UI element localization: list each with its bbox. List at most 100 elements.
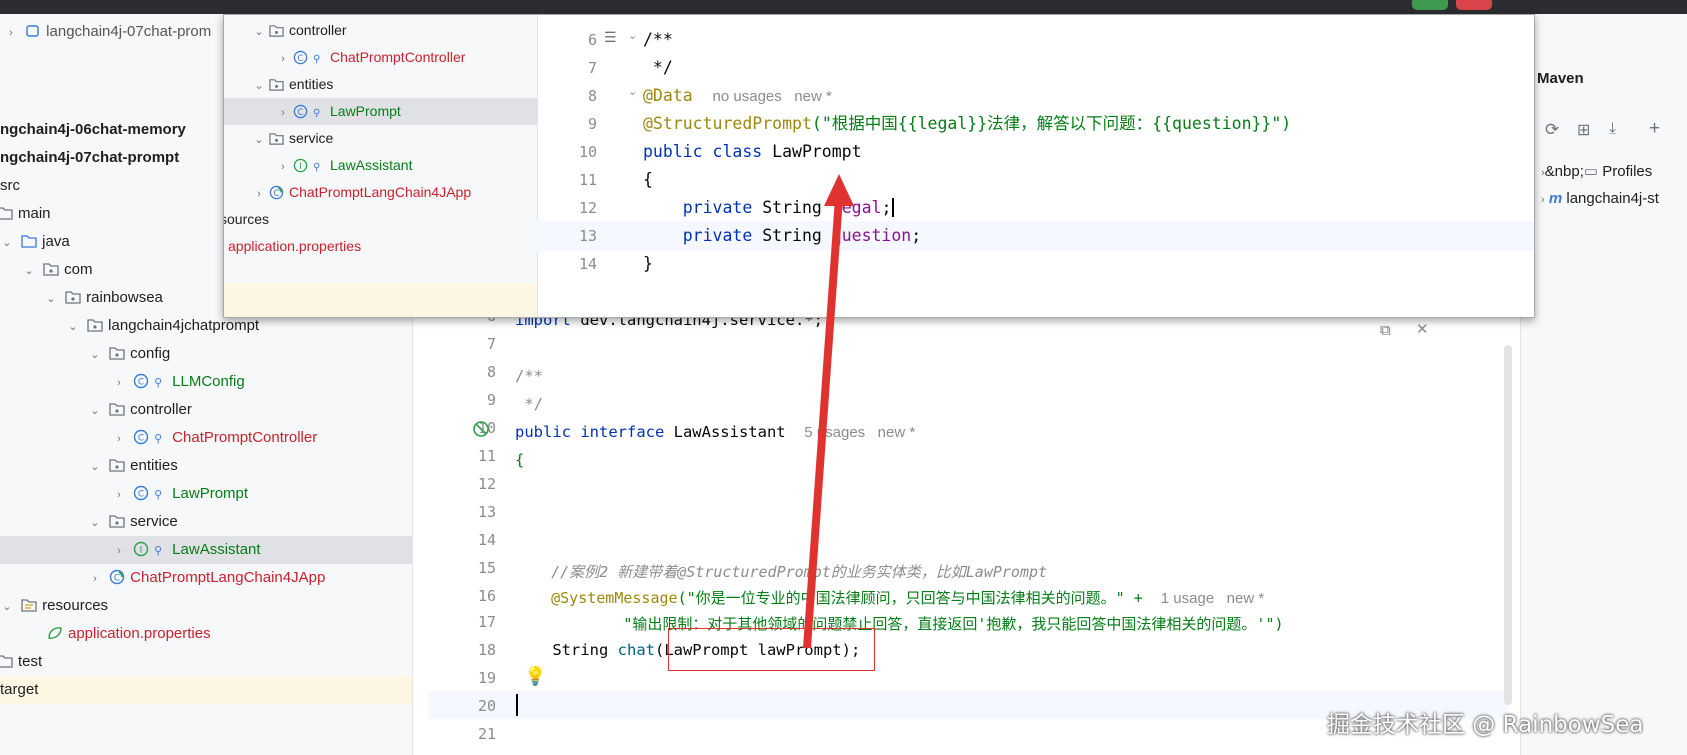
popup-tree-chatpromptcontroller[interactable]: › C ⚲ ChatPromptController bbox=[276, 44, 465, 71]
popup-tree-service[interactable]: ⌄ service bbox=[252, 125, 333, 152]
package-icon bbox=[108, 511, 126, 528]
chevron-down-icon[interactable]: ⌄ bbox=[88, 341, 102, 369]
chevron-down-icon[interactable]: ⌄ bbox=[44, 285, 58, 313]
chevron-down-icon[interactable]: ⌄ bbox=[88, 453, 102, 481]
chevron-right-icon[interactable]: › bbox=[112, 537, 126, 565]
tree-item-lawprompt[interactable]: › C ⚲ LawPrompt bbox=[112, 480, 248, 508]
code-line-10: public interface LawAssistant 5 usages n… bbox=[515, 423, 916, 441]
add-maven-project-icon[interactable]: ⊞ bbox=[1577, 120, 1590, 140]
popup-code-line-7: */ bbox=[643, 58, 673, 77]
chevron-right-icon[interactable]: › bbox=[112, 425, 126, 453]
svg-text:I: I bbox=[140, 546, 143, 556]
package-icon bbox=[86, 315, 104, 332]
chevron-down-icon[interactable]: ⌄ bbox=[22, 257, 36, 285]
tree-item-main[interactable]: main bbox=[0, 200, 51, 228]
reader-mode-icon[interactable]: ⧉ bbox=[1380, 322, 1391, 339]
chevron-down-icon[interactable]: ⌄ bbox=[88, 397, 102, 425]
svg-text:C: C bbox=[138, 490, 144, 500]
spring-app-icon: C bbox=[108, 567, 126, 585]
chevron-right-icon[interactable]: › bbox=[112, 481, 126, 509]
breadcrumb[interactable]: › langchain4j-07chat-prom bbox=[4, 18, 211, 46]
tree-item-config[interactable]: ⌄ config bbox=[88, 340, 170, 368]
chevron-right-icon[interactable]: › bbox=[276, 46, 290, 73]
popup-tree-controller[interactable]: ⌄ controller bbox=[252, 17, 346, 46]
tree-item-app[interactable]: › C ChatPromptLangChain4JApp bbox=[88, 564, 325, 592]
chevron-down-icon[interactable]: ⌄ bbox=[0, 229, 14, 257]
tree-item-target[interactable]: target bbox=[0, 676, 412, 704]
tree-item-resources[interactable]: ⌄ resources bbox=[0, 592, 108, 620]
tree-item-module-07[interactable]: ngchain4j-07chat-prompt bbox=[0, 144, 179, 172]
maven-profiles[interactable]: ›&nbp;▭ Profiles bbox=[1541, 162, 1652, 180]
package-icon bbox=[42, 259, 60, 276]
tree-item-chatpromptcontroller[interactable]: › C ⚲ ChatPromptController bbox=[112, 424, 317, 452]
chevron-right-icon[interactable]: › bbox=[276, 100, 290, 127]
line-number: 19 bbox=[477, 669, 496, 687]
code-line-8: /** bbox=[515, 367, 543, 385]
tree-item-entities[interactable]: ⌄ entities bbox=[88, 452, 177, 481]
chevron-right-icon[interactable]: › bbox=[112, 369, 126, 397]
tree-item-service[interactable]: ⌄ service bbox=[88, 508, 177, 537]
chevron-down-icon[interactable]: ⌄ bbox=[252, 19, 266, 46]
line-number: 17 bbox=[477, 613, 496, 631]
tree-item-module-06[interactable]: ngchain4j-06chat-memory bbox=[0, 116, 186, 144]
download-icon[interactable]: ⤓ bbox=[1609, 120, 1616, 138]
popup-code-line-11: { bbox=[643, 170, 653, 189]
line-number: 14 bbox=[578, 255, 597, 273]
line-number: 11 bbox=[578, 171, 597, 189]
tree-item-llmconfig[interactable]: › C ⚲ LLMConfig bbox=[112, 368, 245, 396]
class-icon: C bbox=[292, 101, 309, 119]
line-number: 14 bbox=[477, 531, 496, 549]
popup-tree-entities[interactable]: ⌄ entities bbox=[252, 71, 333, 98]
tree-item-lawassistant[interactable]: › I ⚲ LawAssistant bbox=[0, 536, 412, 564]
tree-item-test[interactable]: test bbox=[0, 648, 42, 676]
plus-icon[interactable]: + bbox=[1649, 118, 1660, 140]
chevron-down-icon[interactable]: ⌄ bbox=[628, 29, 637, 42]
popup-tree-lawassistant[interactable]: › I ⚲ LawAssistant bbox=[276, 152, 412, 179]
chevron-right-icon[interactable]: › bbox=[1541, 194, 1545, 206]
line-number: 9 bbox=[486, 391, 496, 409]
code-editor[interactable] bbox=[428, 300, 1508, 755]
line-number: 10 bbox=[578, 143, 597, 161]
chevron-down-icon[interactable]: ⌄ bbox=[66, 313, 80, 341]
tree-item-application-properties[interactable]: application.properties bbox=[44, 620, 211, 648]
editor-scrollbar[interactable] bbox=[1504, 345, 1512, 705]
chevron-right-icon[interactable]: › bbox=[88, 565, 102, 593]
doc-comment-icon[interactable]: ☰ bbox=[604, 29, 617, 46]
chevron-right-icon[interactable]: › bbox=[1541, 167, 1545, 179]
chevron-down-icon[interactable]: ⌄ bbox=[252, 127, 266, 154]
popup-tree-application-properties[interactable]: application.properties bbox=[228, 233, 361, 260]
code-line-17: "输出限制：对于其他领域的问题禁止回答，直接返回'抱歉，我只能回答中国法律相关的… bbox=[515, 615, 1284, 633]
no-implementation-icon[interactable] bbox=[472, 420, 490, 438]
class-icon: C bbox=[292, 47, 309, 65]
popup-tree-app[interactable]: › C ChatPromptLangChain4JApp bbox=[252, 179, 471, 206]
tree-item-controller[interactable]: ⌄ controller bbox=[88, 396, 191, 425]
line-number: 8 bbox=[587, 87, 597, 105]
chevron-right-icon[interactable]: › bbox=[252, 181, 266, 208]
stop-button[interactable] bbox=[1456, 0, 1492, 10]
chevron-right-icon[interactable]: › bbox=[276, 154, 290, 181]
popup-tree-resources[interactable]: sources bbox=[224, 206, 269, 233]
code-line-9: */ bbox=[515, 395, 543, 413]
code-line-15: //案例2 新建带着@StructuredPrompt的业务实体类，比如LawP… bbox=[515, 563, 1048, 581]
line-number: 6 bbox=[587, 31, 597, 49]
maven-project[interactable]: › m langchain4j-st bbox=[1541, 190, 1659, 207]
svg-text:C: C bbox=[298, 107, 304, 117]
chevron-down-icon[interactable]: ⌄ bbox=[0, 593, 14, 621]
run-button[interactable] bbox=[1412, 0, 1448, 10]
tree-item-src[interactable]: src bbox=[0, 172, 20, 200]
popup-tree-lawprompt[interactable]: › C ⚲ LawPrompt bbox=[224, 98, 537, 125]
chevron-down-icon[interactable]: ⌄ bbox=[88, 509, 102, 537]
popup-tree-highlight bbox=[224, 283, 537, 317]
folder-icon: ▭ bbox=[1583, 163, 1599, 180]
link-icon: ⚲ bbox=[154, 489, 163, 501]
chevron-down-icon[interactable]: ⌄ bbox=[252, 73, 266, 100]
chevron-down-icon[interactable]: ⌄ bbox=[628, 85, 637, 98]
line-number: 8 bbox=[486, 363, 496, 381]
lightbulb-icon[interactable]: 💡 bbox=[524, 666, 546, 687]
tree-item-java[interactable]: ⌄ java bbox=[0, 228, 69, 257]
close-icon[interactable]: ✕ bbox=[1416, 320, 1429, 338]
package-icon bbox=[268, 128, 285, 145]
tree-item-com[interactable]: ⌄ com bbox=[22, 256, 92, 285]
tree-item-rainbowsea[interactable]: ⌄ rainbowsea bbox=[44, 284, 163, 312]
refresh-icon[interactable]: ⟳ bbox=[1545, 120, 1559, 140]
